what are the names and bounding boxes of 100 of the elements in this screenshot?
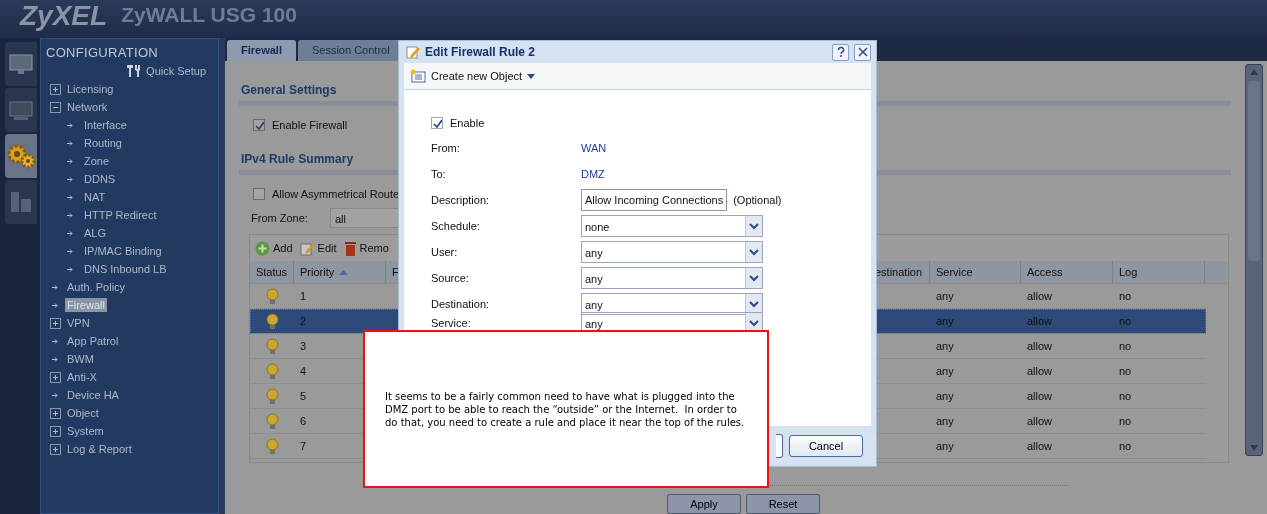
sidebar-item[interactable]: DNS Inbound LB bbox=[82, 262, 169, 276]
toolbar-button[interactable]: Edit bbox=[299, 240, 337, 256]
field-note: (Optional) bbox=[733, 194, 782, 206]
column-header[interactable]: Access bbox=[1021, 261, 1113, 283]
sidebar-item[interactable]: Auth. Policy bbox=[65, 280, 128, 294]
field-label: To: bbox=[431, 168, 447, 180]
toolbar-button[interactable]: Add bbox=[255, 240, 293, 256]
table-cell-text: any bbox=[935, 289, 955, 304]
field-value: WAN bbox=[581, 142, 607, 154]
quick-setup-link[interactable]: Quick Setup bbox=[146, 65, 206, 77]
sidebar-item[interactable]: IP/MAC Binding bbox=[82, 244, 164, 258]
sidebar-item[interactable]: Network bbox=[65, 100, 110, 114]
table-cell-text: 2 bbox=[299, 314, 308, 329]
column-header[interactable]: Status bbox=[250, 261, 294, 283]
sidebar-item[interactable]: NAT bbox=[82, 190, 108, 204]
edit-icon bbox=[299, 240, 315, 256]
table-cell-text: any bbox=[935, 414, 955, 429]
checkbox-label: Enable Firewall bbox=[272, 119, 348, 131]
table-cell-text: allow bbox=[1026, 339, 1054, 354]
expand-icon[interactable] bbox=[50, 407, 61, 419]
sidebar-item[interactable]: Device HA bbox=[65, 388, 121, 402]
table-cell-text: allow bbox=[1026, 414, 1054, 429]
sidebar-item[interactable]: Log & Report bbox=[65, 442, 134, 456]
expand-icon[interactable] bbox=[50, 371, 61, 383]
chart-icon bbox=[8, 189, 34, 215]
bulb-icon bbox=[265, 412, 279, 430]
object-icon bbox=[410, 69, 426, 83]
column-header[interactable]: Priority bbox=[294, 261, 386, 283]
pencil-icon bbox=[406, 45, 420, 59]
expand-icon[interactable] bbox=[50, 425, 61, 437]
sidebar-item[interactable]: Routing bbox=[82, 136, 124, 150]
sidebar-item[interactable]: Anti-X bbox=[65, 370, 99, 384]
table-cell-text: no bbox=[1118, 339, 1133, 354]
expand-icon[interactable] bbox=[50, 83, 61, 95]
chevron-down-icon bbox=[749, 319, 759, 327]
checkbox[interactable] bbox=[253, 188, 265, 200]
sidebar-item[interactable]: System bbox=[65, 424, 106, 438]
table-cell-text: any bbox=[935, 314, 955, 329]
dropdown-field[interactable]: none bbox=[581, 215, 763, 237]
table-cell-text: allow bbox=[1026, 389, 1054, 404]
sidebar-item[interactable]: DDNS bbox=[82, 172, 118, 186]
table-cell-text: no bbox=[1118, 389, 1133, 404]
apply-button[interactable]: Apply bbox=[667, 494, 741, 514]
nav-tab[interactable] bbox=[5, 134, 37, 178]
field-value: DMZ bbox=[581, 168, 605, 180]
dropdown-field[interactable]: any bbox=[581, 267, 763, 289]
table-cell-text: 1 bbox=[299, 289, 308, 304]
sidebar-item[interactable]: VPN bbox=[65, 316, 92, 330]
sidebar-item[interactable]: Zone bbox=[82, 154, 112, 168]
sidebar-item[interactable]: ALG bbox=[82, 226, 108, 240]
expand-icon[interactable] bbox=[50, 317, 61, 329]
section-title: General Settings bbox=[240, 83, 338, 97]
section-title: IPv4 Rule Summary bbox=[240, 152, 355, 166]
toolbar-button[interactable]: Remo bbox=[343, 240, 389, 256]
table-cell-text: 6 bbox=[299, 414, 308, 429]
table-cell-text: allow bbox=[1026, 364, 1054, 379]
dropdown-field[interactable]: any bbox=[581, 241, 763, 263]
column-header[interactable]: Service bbox=[930, 261, 1021, 283]
create-object-menu[interactable]: Create new Object bbox=[410, 69, 536, 83]
table-cell-text: no bbox=[1118, 314, 1133, 329]
cancel-button[interactable]: Cancel bbox=[789, 435, 863, 457]
sidebar-item[interactable]: Interface bbox=[82, 118, 129, 132]
table-cell-text: any bbox=[935, 364, 955, 379]
field-label: Service: bbox=[431, 317, 472, 329]
help-icon[interactable] bbox=[832, 43, 849, 61]
sidebar-item[interactable]: BWM bbox=[65, 352, 96, 366]
table-cell-text: no bbox=[1118, 439, 1133, 454]
field-label: Description: bbox=[431, 194, 491, 206]
nav-tab[interactable] bbox=[5, 42, 37, 86]
sidebar-item[interactable]: Object bbox=[65, 406, 101, 420]
chevron-down-icon bbox=[749, 300, 759, 308]
table-cell-text: no bbox=[1118, 364, 1133, 379]
table-cell-text: 4 bbox=[299, 364, 308, 379]
expand-icon[interactable] bbox=[50, 443, 61, 455]
table-cell-text: allow bbox=[1026, 439, 1054, 454]
close-icon[interactable] bbox=[854, 43, 871, 61]
checkbox-label: Allow Asymmetrical Route bbox=[272, 188, 400, 200]
table-cell-text: allow bbox=[1026, 289, 1054, 304]
table-cell-text: any bbox=[935, 339, 955, 354]
gears-icon bbox=[6, 143, 36, 169]
checkbox[interactable] bbox=[253, 119, 265, 131]
bulb-icon bbox=[265, 387, 279, 405]
field-label: User: bbox=[431, 246, 459, 258]
dropdown-field[interactable]: any bbox=[581, 293, 763, 315]
sidebar-item[interactable]: HTTP Redirect bbox=[82, 208, 159, 222]
trash-icon bbox=[343, 240, 357, 256]
column-header[interactable]: Log bbox=[1113, 261, 1205, 283]
description-field[interactable]: Allow Incoming Connections bbox=[581, 189, 728, 211]
checkbox[interactable] bbox=[431, 117, 443, 129]
ok-button[interactable] bbox=[776, 434, 783, 458]
reset-button[interactable]: Reset bbox=[746, 494, 820, 514]
caret-icon bbox=[527, 73, 536, 79]
screen-icon bbox=[8, 99, 34, 121]
table-cell-text: 7 bbox=[299, 439, 308, 454]
table-cell-text: no bbox=[1118, 289, 1133, 304]
collapse-icon[interactable] bbox=[50, 101, 61, 113]
monitor-icon bbox=[8, 53, 34, 75]
tab[interactable]: Firewall bbox=[227, 40, 296, 61]
sidebar-item[interactable]: Licensing bbox=[65, 82, 116, 96]
sidebar-item[interactable]: App Patrol bbox=[65, 334, 121, 348]
